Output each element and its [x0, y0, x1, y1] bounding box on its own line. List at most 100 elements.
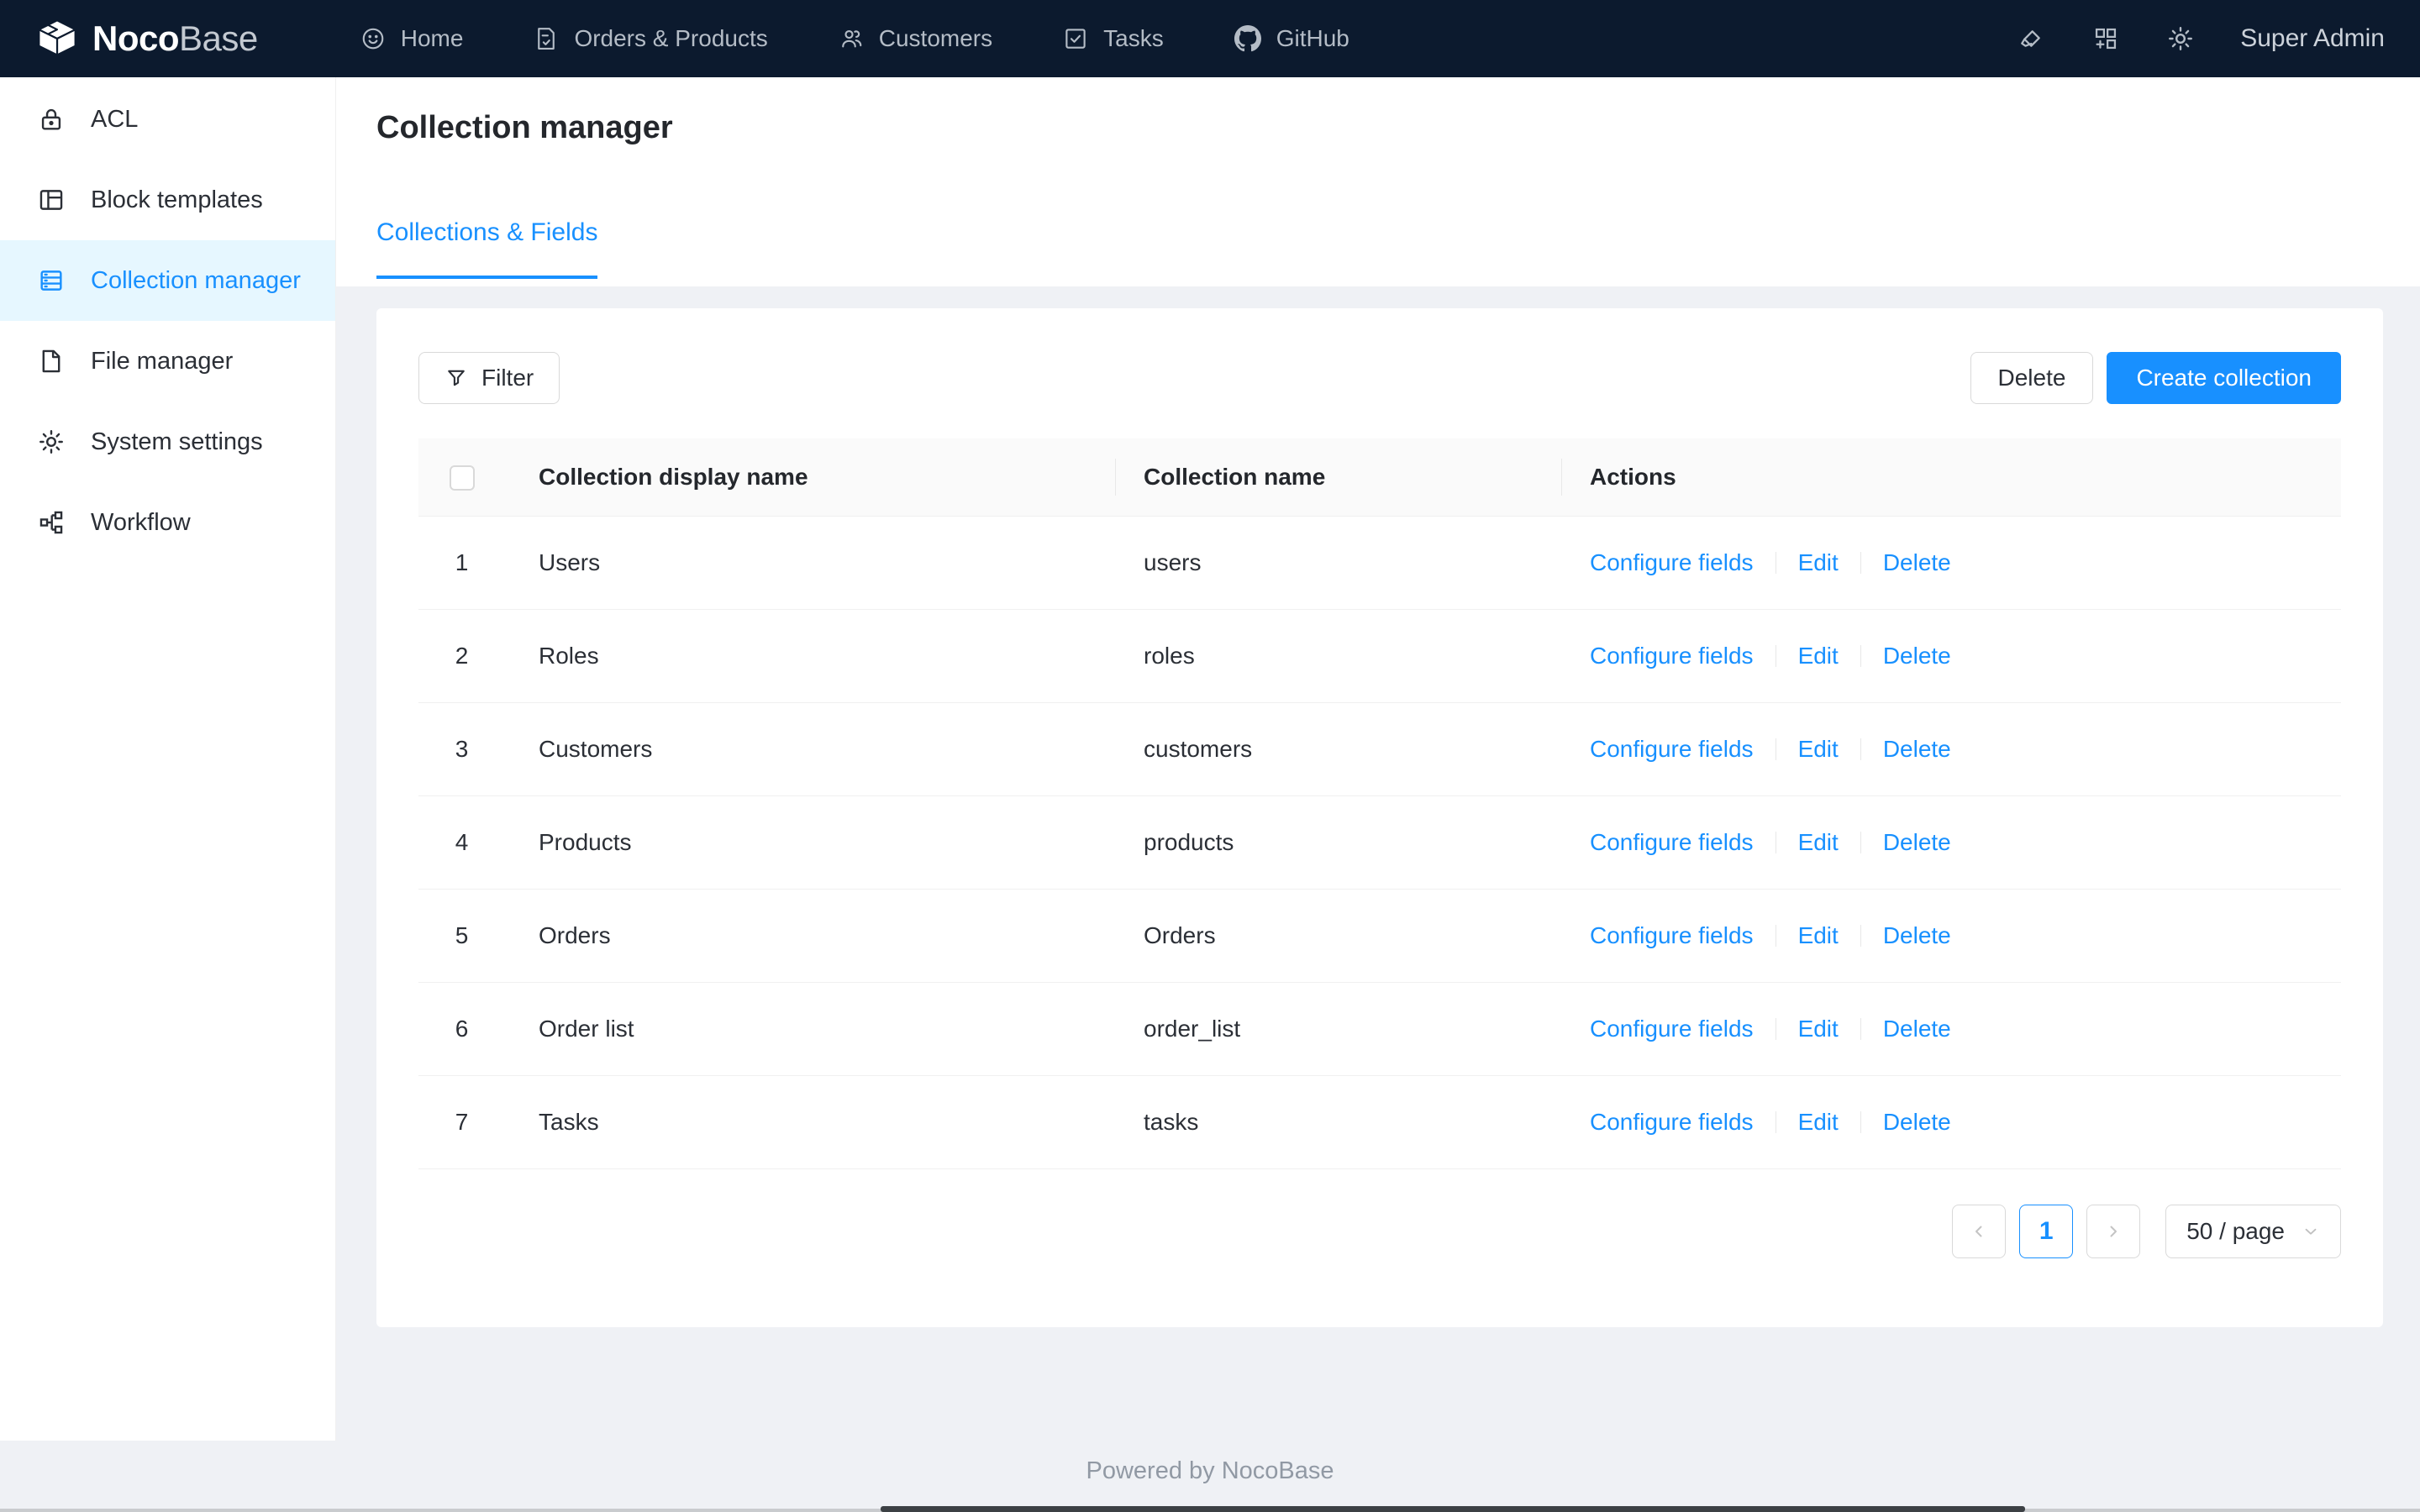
- configure-fields-link[interactable]: Configure fields: [1590, 1016, 1754, 1042]
- collection-name: Orders: [1116, 889, 1562, 983]
- team-icon: [841, 29, 862, 48]
- edit-link[interactable]: Edit: [1798, 643, 1839, 669]
- collections-card: Filter Delete Create collection Collecti…: [376, 308, 2383, 1327]
- delete-link[interactable]: Delete: [1883, 1109, 1951, 1135]
- select-all-checkbox[interactable]: [449, 465, 475, 491]
- configure-fields-link[interactable]: Configure fields: [1590, 1109, 1754, 1135]
- collection-name: order_list: [1116, 982, 1562, 1076]
- appstore-add-icon[interactable]: [2069, 0, 2143, 77]
- edit-link[interactable]: Edit: [1798, 549, 1839, 575]
- app-root: NocoBase Home Orders & Products Customer…: [0, 0, 2420, 1512]
- row-index: 7: [418, 1075, 505, 1169]
- content-area: Filter Delete Create collection Collecti…: [336, 286, 2420, 1327]
- nav-item-tasks[interactable]: Tasks: [1028, 0, 1199, 77]
- pagination-page-1[interactable]: 1: [2019, 1204, 2074, 1258]
- delete-link[interactable]: Delete: [1883, 549, 1951, 575]
- nav-item-orders-products[interactable]: Orders & Products: [498, 0, 802, 77]
- nav-item-label: Customers: [878, 25, 993, 51]
- collection-display-name: Customers: [505, 702, 1116, 796]
- nav-item-label: Tasks: [1103, 25, 1164, 51]
- pagination-prev-button[interactable]: [1952, 1204, 2007, 1258]
- row-index: 1: [418, 516, 505, 610]
- gear-icon: [39, 430, 63, 454]
- row-index: 3: [418, 702, 505, 796]
- tab-collections-fields[interactable]: Collections & Fields: [376, 218, 598, 279]
- brand-text: NocoBase: [92, 18, 258, 58]
- sidebar-item-acl[interactable]: ACL: [0, 79, 335, 160]
- edit-link[interactable]: Edit: [1798, 829, 1839, 855]
- row-index: 5: [418, 889, 505, 983]
- edit-link[interactable]: Edit: [1798, 1109, 1839, 1135]
- sidebar-item-label: ACL: [91, 105, 139, 133]
- sidebar-item-workflow[interactable]: Workflow: [0, 482, 335, 563]
- page-title: Collection manager: [376, 110, 673, 145]
- nocobase-logo[interactable]: NocoBase: [35, 18, 258, 59]
- configure-fields-link[interactable]: Configure fields: [1590, 922, 1754, 948]
- layout-icon: [39, 190, 63, 210]
- nav-item-label: Home: [400, 25, 464, 51]
- file-done-icon: [538, 28, 555, 50]
- row-index: 2: [418, 609, 505, 703]
- gear-icon[interactable]: [2143, 0, 2218, 77]
- sidebar-item-file-manager[interactable]: File manager: [0, 321, 335, 402]
- table-row: 5 Orders Orders Configure fields Edit Dele…: [418, 889, 2341, 983]
- filter-button[interactable]: Filter: [418, 352, 560, 404]
- action-divider: [1860, 644, 1861, 667]
- topbar: NocoBase Home Orders & Products Customer…: [0, 0, 2420, 77]
- column-header-collection-name: Collection name: [1116, 438, 1562, 517]
- nav-item-label: GitHub: [1276, 25, 1349, 51]
- delete-link[interactable]: Delete: [1883, 736, 1951, 762]
- sidebar-item-label: Workflow: [91, 508, 191, 536]
- nav-item-label: Orders & Products: [574, 25, 768, 51]
- chevron-down-icon: [2305, 1228, 2317, 1235]
- collection-display-name: Users: [505, 516, 1116, 610]
- workflow-icon: [39, 511, 63, 534]
- page-header: Collection manager Collections & Fields: [336, 77, 2420, 286]
- collection-name: products: [1116, 795, 1562, 890]
- create-collection-button[interactable]: Create collection: [2107, 352, 2341, 404]
- sidebar-item-label: Collection manager: [91, 266, 301, 294]
- edit-link[interactable]: Edit: [1798, 1016, 1839, 1042]
- delete-button[interactable]: Delete: [1970, 352, 2094, 404]
- collection-display-name: Products: [505, 795, 1116, 890]
- table-row: 6 Order list order_list Configure fields…: [418, 982, 2341, 1076]
- collection-icon: [40, 270, 62, 291]
- file-icon: [42, 349, 60, 373]
- column-header-actions: Actions: [1562, 438, 2341, 517]
- collection-name: users: [1116, 516, 1562, 610]
- nav-item-github[interactable]: GitHub: [1199, 0, 1385, 77]
- tab-bar: Collections & Fields: [376, 218, 2420, 279]
- delete-link[interactable]: Delete: [1883, 643, 1951, 669]
- page-size-select[interactable]: 50 / page: [2165, 1204, 2341, 1258]
- action-divider: [1860, 831, 1861, 853]
- edit-link[interactable]: Edit: [1798, 736, 1839, 762]
- delete-link[interactable]: Delete: [1883, 1016, 1951, 1042]
- main-area: Collection manager Collections & Fields …: [336, 77, 2420, 1512]
- edit-link[interactable]: Edit: [1798, 922, 1839, 948]
- card-toolbar: Filter Delete Create collection: [418, 352, 2341, 404]
- sidebar-item-label: Block templates: [91, 186, 263, 213]
- current-user[interactable]: Super Admin: [2240, 24, 2385, 53]
- chevron-right-icon: [2110, 1226, 2118, 1236]
- configure-fields-link[interactable]: Configure fields: [1590, 829, 1754, 855]
- configure-fields-link[interactable]: Configure fields: [1590, 736, 1754, 762]
- configure-fields-link[interactable]: Configure fields: [1590, 549, 1754, 575]
- top-navigation: Home Orders & Products Customers Tasks G…: [325, 0, 1385, 77]
- table-row: 7 Tasks tasks Configure fields Edit Delete: [418, 1075, 2341, 1169]
- delete-link[interactable]: Delete: [1883, 829, 1951, 855]
- sidebar-item-system-settings[interactable]: System settings: [0, 402, 335, 482]
- nav-item-home[interactable]: Home: [325, 0, 499, 77]
- collection-display-name: Orders: [505, 889, 1116, 983]
- highlighter-icon[interactable]: [1995, 0, 2069, 77]
- nav-item-customers[interactable]: Customers: [803, 0, 1028, 77]
- sidebar-item-block-templates[interactable]: Block templates: [0, 160, 335, 240]
- configure-fields-link[interactable]: Configure fields: [1590, 643, 1754, 669]
- toolbar-right: Delete Create collection: [1970, 352, 2341, 404]
- nocobase-logo-icon: [38, 19, 76, 56]
- delete-link[interactable]: Delete: [1883, 922, 1951, 948]
- github-icon: [1234, 25, 1261, 52]
- action-divider: [1860, 738, 1861, 760]
- taskbar-handle: [881, 1506, 2025, 1512]
- pagination-next-button[interactable]: [2086, 1204, 2141, 1258]
- sidebar-item-collection-manager[interactable]: Collection manager: [0, 240, 335, 321]
